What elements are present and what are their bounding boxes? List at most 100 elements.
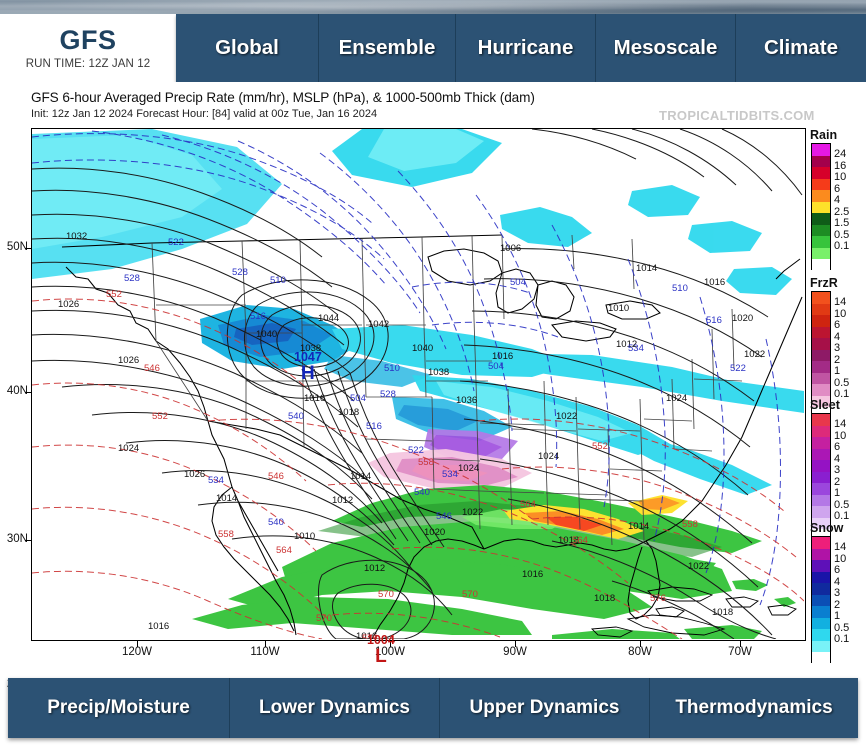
svg-text:564: 564 bbox=[276, 545, 292, 556]
svg-text:540: 540 bbox=[268, 517, 284, 528]
colorbar-tick-label: 10 bbox=[834, 307, 847, 320]
colorbar-segment bbox=[812, 629, 830, 641]
model-run-time: RUN TIME: 12Z JAN 12 bbox=[25, 57, 151, 70]
colorbar-tick-label: 24 bbox=[834, 148, 847, 160]
svg-text:1020: 1020 bbox=[732, 313, 753, 324]
svg-text:1016: 1016 bbox=[304, 393, 325, 404]
watermark: TROPICALTIDBITS.COM bbox=[659, 108, 815, 123]
low-pressure-center: 1004 L bbox=[367, 634, 395, 666]
svg-text:516: 516 bbox=[366, 421, 382, 432]
forecast-map[interactable]: 1032 1026 1026 1024 1026 1044 1042 1040 … bbox=[31, 128, 806, 641]
svg-text:522: 522 bbox=[168, 237, 184, 248]
svg-text:564: 564 bbox=[520, 499, 536, 510]
colorbar-tick-label: 0.1 bbox=[834, 633, 850, 645]
colorbar-segment bbox=[812, 537, 830, 549]
category-tab-upper-dynamics[interactable]: Upper Dynamics bbox=[440, 678, 650, 738]
nav-tab-hurricane[interactable]: Hurricane bbox=[456, 14, 596, 82]
svg-text:1022: 1022 bbox=[744, 349, 765, 360]
svg-text:1016: 1016 bbox=[148, 621, 169, 632]
svg-text:564: 564 bbox=[572, 535, 588, 546]
colorbar-tick-label: 10 bbox=[834, 552, 847, 565]
svg-text:504: 504 bbox=[488, 361, 504, 372]
svg-text:570: 570 bbox=[378, 589, 394, 600]
colorbar-tick-label: 6 bbox=[834, 319, 841, 331]
svg-text:552: 552 bbox=[592, 441, 608, 452]
colorbar-segment bbox=[812, 178, 830, 190]
svg-text:1012: 1012 bbox=[332, 495, 353, 506]
svg-text:522: 522 bbox=[408, 445, 424, 456]
colorbar-segment bbox=[812, 201, 830, 213]
svg-text:1020: 1020 bbox=[424, 527, 445, 538]
colorbar-segment bbox=[812, 303, 830, 315]
pressure-symbol: L bbox=[375, 645, 387, 667]
colorbar-tick-label: 4 bbox=[834, 575, 841, 588]
svg-text:534: 534 bbox=[208, 475, 224, 486]
colorbar-segment bbox=[812, 437, 830, 449]
svg-text:528: 528 bbox=[232, 267, 248, 278]
lon-tick-90W: 90W bbox=[503, 646, 527, 658]
svg-text:558: 558 bbox=[682, 519, 698, 530]
svg-text:552: 552 bbox=[152, 411, 168, 422]
svg-text:510: 510 bbox=[384, 363, 400, 374]
svg-text:516: 516 bbox=[250, 311, 266, 322]
nav-tab-ensemble[interactable]: Ensemble bbox=[319, 14, 456, 82]
category-tab-lower-dynamics[interactable]: Lower Dynamics bbox=[230, 678, 440, 738]
svg-text:528: 528 bbox=[124, 273, 140, 284]
colorbar-segment bbox=[812, 167, 830, 179]
colorbar-tick-label: 6 bbox=[834, 441, 841, 453]
svg-text:1016: 1016 bbox=[522, 569, 543, 580]
svg-text:1026: 1026 bbox=[58, 299, 79, 310]
colorbar-title-sleet: Sleet bbox=[810, 398, 840, 412]
svg-text:522: 522 bbox=[730, 363, 746, 374]
lat-tick-40N: 40N bbox=[6, 385, 28, 397]
colorbar-segment bbox=[812, 617, 830, 629]
svg-text:576: 576 bbox=[650, 593, 666, 604]
pressure-value: 1047 bbox=[294, 350, 322, 364]
svg-text:546: 546 bbox=[144, 363, 160, 374]
colorbar-segment bbox=[812, 236, 830, 248]
lon-tick-mark bbox=[515, 641, 516, 647]
colorbar-tick-label: 16 bbox=[834, 159, 847, 172]
svg-text:1016: 1016 bbox=[704, 277, 725, 288]
category-nav: Precip/Moisture Lower Dynamics Upper Dynam… bbox=[8, 678, 858, 738]
svg-text:1024: 1024 bbox=[666, 393, 687, 404]
colorbar-segment bbox=[812, 190, 830, 202]
colorbar-segment bbox=[812, 506, 830, 518]
category-tab-precip-moisture[interactable]: Precip/Moisture bbox=[8, 678, 230, 738]
lon-tick-110W: 110W bbox=[250, 646, 280, 658]
svg-text:1040: 1040 bbox=[256, 329, 277, 340]
svg-text:558: 558 bbox=[418, 457, 434, 468]
svg-text:1010: 1010 bbox=[608, 303, 629, 314]
colorbar-tick-label: 3 bbox=[834, 587, 841, 599]
colorbar-segment bbox=[812, 315, 830, 327]
colorbar-segment bbox=[812, 326, 830, 338]
svg-text:528: 528 bbox=[380, 389, 396, 400]
lat-tick-30N: 30N bbox=[6, 533, 28, 545]
svg-text:1018: 1018 bbox=[338, 407, 359, 418]
colorbar-segment bbox=[812, 652, 830, 664]
model-name: GFS bbox=[59, 25, 117, 56]
svg-text:1014: 1014 bbox=[216, 493, 237, 504]
svg-text:1014: 1014 bbox=[628, 521, 649, 532]
colorbar-tick-label: 3 bbox=[834, 464, 841, 476]
colorbar-segment bbox=[812, 640, 830, 652]
svg-text:1014: 1014 bbox=[350, 471, 371, 482]
colorbar-tick-label: 1.5 bbox=[834, 217, 850, 229]
colorbar-swatches-rain bbox=[811, 143, 831, 271]
nav-tab-climate[interactable]: Climate bbox=[736, 14, 866, 82]
nav-tab-mesoscale[interactable]: Mesoscale bbox=[596, 14, 736, 82]
banner-photo-strip bbox=[0, 0, 866, 14]
nav-tab-global[interactable]: Global bbox=[176, 14, 319, 82]
svg-text:570: 570 bbox=[462, 589, 478, 600]
colorbar-tick-label: 1 bbox=[834, 365, 841, 377]
chart-subtitle: Init: 12z Jan 12 2024 Forecast Hour: [84… bbox=[31, 108, 378, 120]
colorbar-tick-label: 0.1 bbox=[834, 240, 850, 252]
colorbar-segment bbox=[812, 606, 830, 618]
colorbar-segment bbox=[812, 460, 830, 472]
svg-text:516: 516 bbox=[706, 315, 722, 326]
colorbar-tick-label: 3 bbox=[834, 342, 841, 354]
category-tab-thermodynamics[interactable]: Thermodynamics bbox=[650, 678, 858, 738]
colorbar-segment bbox=[812, 583, 830, 595]
colorbar-segment bbox=[812, 483, 830, 495]
colorbar-segment bbox=[812, 494, 830, 506]
